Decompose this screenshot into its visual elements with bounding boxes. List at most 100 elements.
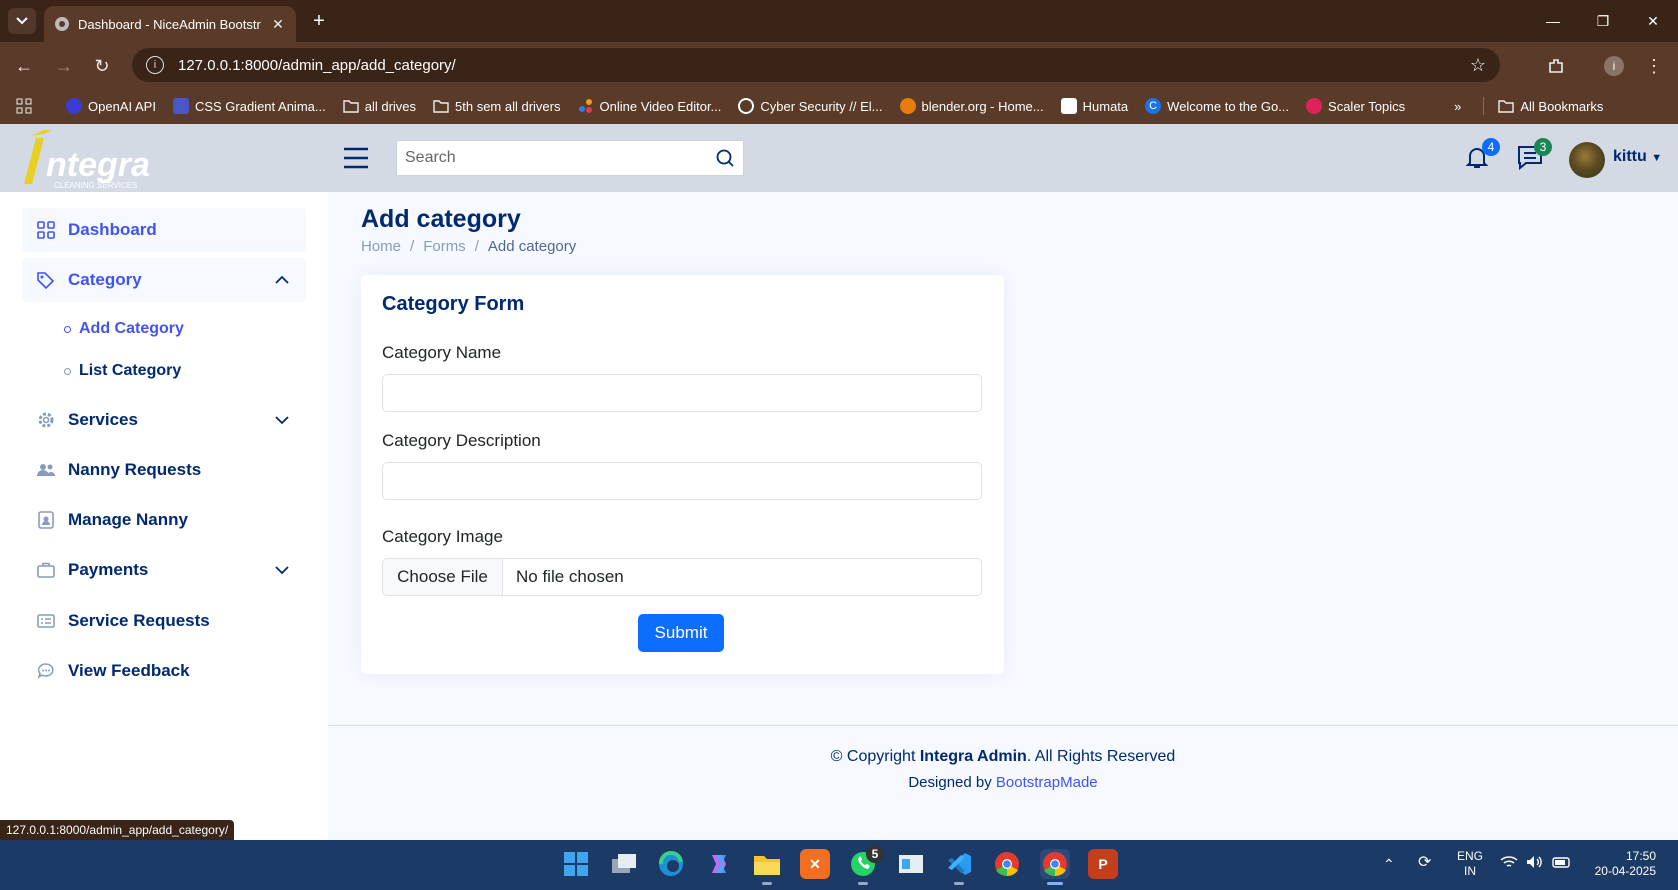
restore-button[interactable]: ❐: [1578, 0, 1628, 42]
sync-icon[interactable]: ⟳: [1418, 855, 1431, 871]
sidebar-subitem-list-category[interactable]: List Category: [64, 362, 181, 380]
bookmarks-bar: OpenAI API CSS Gradient Anima... all dri…: [0, 88, 1678, 124]
avatar[interactable]: [1569, 142, 1605, 178]
bookmark-star-icon[interactable]: ☆: [1470, 55, 1486, 76]
bookmark-scaler[interactable]: Scaler Topics: [1306, 98, 1405, 114]
windows-start-icon[interactable]: [561, 849, 591, 879]
category-image-file-input[interactable]: Choose File No file chosen: [382, 558, 982, 596]
humata-icon: [1060, 98, 1077, 114]
bootstrapmade-link[interactable]: BootstrapMade: [996, 774, 1098, 791]
breadcrumb-separator: /: [410, 238, 415, 255]
browser-tab[interactable]: Dashboard - NiceAdmin Bootstr ✕: [44, 6, 296, 42]
language-indicator[interactable]: ENG IN: [1455, 849, 1485, 879]
bookmark-all-drives[interactable]: all drives: [343, 98, 416, 114]
whatsapp-icon[interactable]: 5: [848, 845, 884, 885]
chrome-profile-icon[interactable]: [1040, 849, 1070, 885]
user-menu-toggle[interactable]: kittu ▼: [1613, 148, 1662, 166]
profile-icon[interactable]: i: [1602, 54, 1626, 78]
chrome-icon[interactable]: [992, 849, 1022, 879]
sidebar-item-payments[interactable]: Payments: [22, 548, 306, 592]
sidebar-item-label: Service Requests: [68, 611, 210, 630]
choose-file-button[interactable]: Choose File: [383, 559, 503, 595]
submit-button[interactable]: Submit: [638, 614, 724, 652]
sidebar-item-category[interactable]: Category: [22, 258, 306, 302]
sidebar-toggle-button[interactable]: [342, 146, 370, 170]
logo[interactable]: ntegra CLEANING SERVICES: [22, 126, 172, 190]
category-description-input[interactable]: [382, 462, 982, 500]
search-icon[interactable]: [715, 148, 735, 168]
bookmark-video-editor[interactable]: Online Video Editor...: [578, 98, 721, 114]
new-tab-button[interactable]: +: [308, 10, 330, 33]
user-name: kittu: [1613, 148, 1647, 165]
reload-icon[interactable]: ↻: [90, 54, 114, 78]
close-tab-icon[interactable]: ✕: [270, 16, 286, 33]
search-input[interactable]: [405, 149, 715, 167]
powerpoint-icon[interactable]: P: [1088, 849, 1118, 879]
sidebar-item-label: Manage Nanny: [68, 510, 188, 529]
messages-button[interactable]: 3: [1516, 138, 1552, 174]
bookmark-blender[interactable]: blender.org - Home...: [899, 98, 1044, 114]
volume-icon[interactable]: [1526, 855, 1544, 869]
logo-text: ntegra: [46, 146, 150, 184]
clock[interactable]: 17:50 20-04-2025: [1584, 849, 1664, 879]
sidebar-subitem-add-category[interactable]: Add Category: [64, 320, 184, 338]
footer-brand: Integra Admin: [919, 748, 1027, 765]
category-description-label: Category Description: [382, 431, 541, 450]
wifi-icon[interactable]: [1500, 855, 1518, 869]
breadcrumb-current: Add category: [487, 238, 577, 255]
store-icon[interactable]: [896, 849, 926, 879]
hamburger-icon: [344, 147, 368, 169]
sidebar-item-manage-nanny[interactable]: Manage Nanny: [22, 498, 306, 542]
close-window-button[interactable]: ✕: [1628, 0, 1678, 42]
bookmark-go[interactable]: C Welcome to the Go...: [1145, 98, 1289, 114]
card-list-icon: [36, 611, 56, 631]
battery-icon[interactable]: [1552, 855, 1572, 869]
back-icon[interactable]: ←: [12, 54, 36, 78]
sidebar-item-services[interactable]: Services: [22, 398, 306, 442]
apps-grid-icon[interactable]: [16, 98, 44, 114]
bookmark-css-gradient[interactable]: CSS Gradient Anima...: [172, 98, 326, 114]
file-explorer-icon[interactable]: [752, 849, 782, 885]
forward-icon[interactable]: →: [52, 54, 76, 78]
bookmark-humata[interactable]: Humata: [1060, 98, 1128, 114]
tab-search-button[interactable]: [8, 8, 36, 34]
circle-icon: [64, 367, 71, 375]
cyber-icon: [738, 98, 755, 114]
sidebar-item-nanny-requests[interactable]: Nanny Requests: [22, 448, 306, 492]
breadcrumb-forms[interactable]: Forms: [423, 238, 466, 255]
file-status: No file chosen: [516, 567, 624, 586]
sidebar-item-service-requests[interactable]: Service Requests: [22, 599, 306, 643]
copilot-icon[interactable]: [704, 849, 734, 879]
all-bookmarks[interactable]: All Bookmarks: [1498, 98, 1603, 114]
url-field[interactable]: i 127.0.0.1:8000/admin_app/add_category/…: [132, 48, 1500, 82]
sidebar-item-dashboard[interactable]: Dashboard: [22, 208, 306, 252]
bookmark-openai[interactable]: OpenAI API: [66, 98, 156, 114]
bookmark-cyber-security[interactable]: Cyber Security // El...: [738, 98, 883, 114]
site-info-icon[interactable]: i: [146, 56, 164, 74]
sidebar-item-label: Payments: [68, 560, 149, 579]
more-bookmarks-icon[interactable]: »: [1454, 99, 1461, 114]
clock-date: 20-04-2025: [1594, 864, 1656, 878]
sidebar-item-label: Category: [68, 270, 142, 289]
show-hidden-icons-icon[interactable]: ⌃: [1383, 857, 1395, 872]
breadcrumb-home[interactable]: Home: [361, 238, 401, 255]
minimize-button[interactable]: —: [1528, 0, 1578, 42]
vscode-icon[interactable]: [944, 849, 974, 885]
extensions-icon[interactable]: [1544, 54, 1568, 78]
kebab-menu-icon[interactable]: ⋮: [1642, 54, 1666, 78]
go-icon: C: [1145, 98, 1162, 114]
edge-icon[interactable]: [656, 849, 686, 879]
notifications-badge: 4: [1482, 138, 1500, 156]
briefcase-icon: [36, 560, 56, 580]
logo-mark-icon: ntegra CLEANING SERVICES: [24, 130, 150, 190]
sidebar-item-view-feedback[interactable]: View Feedback: [22, 649, 306, 693]
category-name-input[interactable]: [382, 374, 982, 412]
person-badge-icon: [36, 510, 56, 530]
task-view-icon[interactable]: [609, 849, 639, 879]
bookmark-5th-sem[interactable]: 5th sem all drivers: [433, 98, 561, 114]
tags-icon: [36, 270, 56, 290]
notifications-button[interactable]: 4: [1464, 138, 1500, 174]
url-text: 127.0.0.1:8000/admin_app/add_category/: [178, 56, 456, 74]
xampp-icon[interactable]: ✕: [800, 849, 830, 879]
breadcrumb: Home / Forms / Add category: [361, 238, 576, 255]
